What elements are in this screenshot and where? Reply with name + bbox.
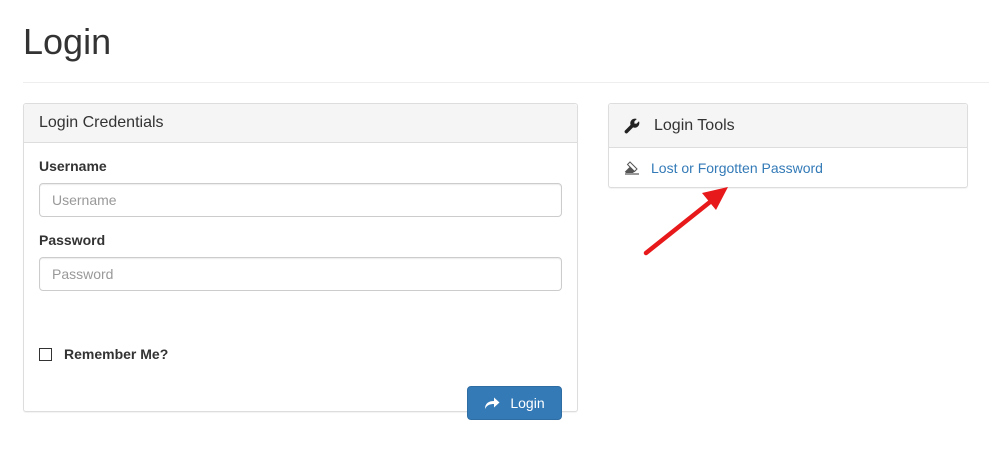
password-label: Password bbox=[39, 232, 106, 248]
login-button-label: Login bbox=[510, 395, 545, 411]
wrench-icon bbox=[624, 118, 640, 134]
eraser-icon bbox=[624, 161, 640, 175]
login-credentials-panel: Login Credentials Username Password Reme… bbox=[23, 103, 578, 420]
login-tools-heading-text: Login Tools bbox=[654, 116, 735, 134]
password-input[interactable] bbox=[39, 257, 562, 291]
username-label: Username bbox=[39, 158, 107, 174]
share-arrow-icon bbox=[484, 396, 500, 410]
login-credentials-heading-text: Login Credentials bbox=[39, 114, 164, 131]
remember-me-label[interactable]: Remember Me? bbox=[64, 346, 168, 362]
login-tools-heading: Login Tools bbox=[609, 104, 967, 148]
tool-item-forgotten-password[interactable]: Lost or Forgotten Password bbox=[609, 148, 967, 188]
title-divider bbox=[23, 82, 989, 83]
remember-me-checkbox[interactable] bbox=[39, 348, 52, 361]
page-title: Login bbox=[23, 21, 112, 62]
annotation-arrow-icon bbox=[643, 187, 728, 256]
username-input[interactable] bbox=[39, 183, 562, 217]
login-tools-panel: Login Tools Lost or Forgotten Password bbox=[608, 103, 968, 188]
forgotten-password-link[interactable]: Lost or Forgotten Password bbox=[651, 160, 823, 176]
login-credentials-heading: Login Credentials bbox=[24, 104, 577, 143]
login-button[interactable]: Login bbox=[467, 386, 562, 420]
